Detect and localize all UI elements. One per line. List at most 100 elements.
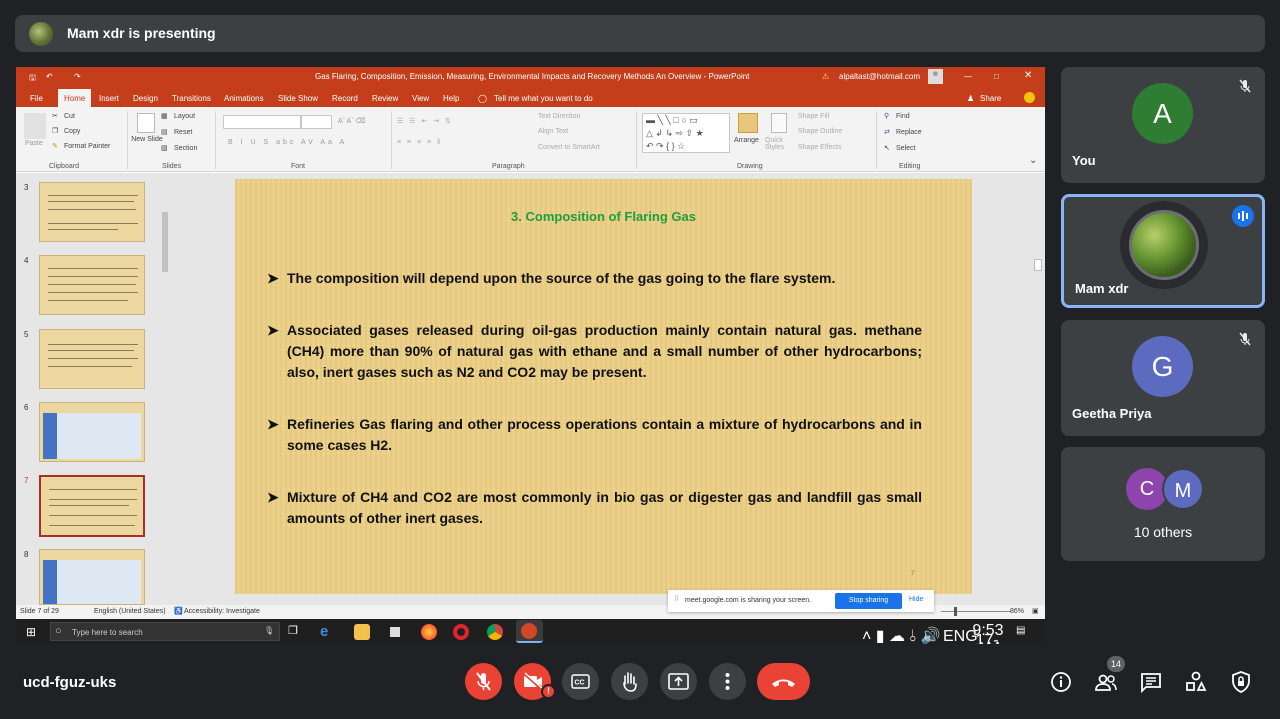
layout-button[interactable]: Layout xyxy=(174,113,195,120)
windows-start-icon[interactable]: ⊞ xyxy=(26,625,36,639)
layout-icon[interactable]: ▦ xyxy=(161,112,168,120)
menu-animations[interactable]: Animations xyxy=(224,94,264,103)
share-button[interactable]: Share xyxy=(980,94,1001,103)
paste-button[interactable]: Paste xyxy=(25,140,43,147)
more-options-button[interactable] xyxy=(709,663,746,700)
chat-icon[interactable] xyxy=(1139,670,1163,694)
select-icon[interactable]: ↖ xyxy=(884,144,890,152)
close-icon[interactable]: ✕ xyxy=(1024,70,1032,81)
file-explorer-icon[interactable] xyxy=(354,624,370,640)
zoom-slider[interactable] xyxy=(941,611,1011,612)
cut-icon[interactable]: ✂ xyxy=(52,112,58,120)
shape-outline-button[interactable]: Shape Outline xyxy=(798,128,842,135)
edge-icon[interactable]: e xyxy=(320,624,336,640)
participant-tile-you[interactable]: A You xyxy=(1061,67,1265,183)
reset-icon[interactable]: ▤ xyxy=(161,128,168,136)
section-button[interactable]: Section xyxy=(174,145,197,152)
font-grow-icon[interactable]: Aˆ Aˇ ⌫ xyxy=(338,117,365,125)
stop-sharing-button[interactable]: Stop sharing xyxy=(835,593,902,609)
language-status[interactable]: English (United States) xyxy=(94,608,166,615)
shape-effects-button[interactable]: Shape Effects xyxy=(798,144,841,151)
opera-icon[interactable] xyxy=(453,624,469,640)
participant-tile-others[interactable]: C M 10 others xyxy=(1061,447,1265,561)
share-icon[interactable]: ♟ xyxy=(967,94,974,103)
align-text-button[interactable]: Align Text xyxy=(538,128,568,135)
account-avatar-icon[interactable]: ☻ xyxy=(928,69,943,84)
copy-icon[interactable]: ❐ xyxy=(52,127,58,135)
quick-styles-button[interactable]: Quick Styles xyxy=(765,137,793,151)
shape-fill-button[interactable]: Shape Fill xyxy=(798,113,829,120)
arrange-button[interactable]: Arrange xyxy=(734,137,759,144)
firefox-icon[interactable] xyxy=(421,624,437,640)
store-icon[interactable] xyxy=(387,624,403,640)
slide-thumbnail-5[interactable] xyxy=(39,329,145,389)
drag-handle-icon[interactable]: ⠿ xyxy=(674,595,679,603)
participant-tile[interactable]: G Geetha Priya xyxy=(1061,320,1265,436)
slide-thumbnail-4[interactable] xyxy=(39,255,145,315)
new-slide-icon[interactable] xyxy=(137,113,155,133)
meeting-code[interactable]: ucd-fguz-uks xyxy=(23,674,116,691)
slide-thumbnail-8[interactable] xyxy=(39,549,145,605)
zoom-level[interactable]: 86% xyxy=(1010,608,1024,615)
hide-popup-button[interactable]: Hide xyxy=(909,596,923,603)
meeting-details-icon[interactable] xyxy=(1049,670,1073,694)
accessibility-status[interactable]: Accessibility: Investigate xyxy=(184,608,260,615)
font-name-select[interactable] xyxy=(223,115,301,129)
collapse-ribbon-icon[interactable]: ⌄ xyxy=(1029,155,1037,166)
list-icons[interactable]: ☰ ☰ ⇤ ⇥ ⇅ xyxy=(397,117,453,125)
leave-call-button[interactable] xyxy=(757,663,810,700)
menu-home[interactable]: Home xyxy=(58,89,92,107)
slide-thumbnail-6[interactable] xyxy=(39,402,145,462)
save-icon[interactable]: 🖫 xyxy=(29,72,36,86)
find-button[interactable]: Find xyxy=(896,113,910,120)
slide-scrollbar[interactable] xyxy=(1032,173,1044,605)
system-tray-icons[interactable]: ˄ ▮ ☁ ⫰ 🔊 xyxy=(862,626,941,644)
convert-smartart-button[interactable]: Convert to SmartArt xyxy=(538,144,600,151)
maximize-icon[interactable]: □ xyxy=(994,72,999,81)
mic-toggle-button[interactable] xyxy=(465,663,502,700)
menu-design[interactable]: Design xyxy=(133,94,158,103)
slide-thumbnail-3[interactable] xyxy=(39,182,145,242)
participant-tile-presenter[interactable]: Mam xdr xyxy=(1061,194,1265,308)
replace-icon[interactable]: ⇄ xyxy=(884,128,890,136)
activities-icon[interactable] xyxy=(1184,670,1208,694)
minimize-icon[interactable]: — xyxy=(964,72,972,81)
menu-transitions[interactable]: Transitions xyxy=(172,94,211,103)
thumbnail-scroll-handle[interactable] xyxy=(162,212,168,272)
tell-me-input[interactable]: Tell me what you want to do xyxy=(494,94,593,103)
menu-record[interactable]: Record xyxy=(332,94,358,103)
captions-button[interactable]: CC xyxy=(562,663,599,700)
taskbar-search[interactable]: ○ Type here to search 🎙 xyxy=(50,622,280,641)
quick-styles-icon[interactable] xyxy=(771,113,787,133)
font-format-icons[interactable]: B I U S abc AV Aa A xyxy=(228,139,347,146)
people-icon[interactable] xyxy=(1094,670,1118,694)
format-painter-icon[interactable]: ✎ xyxy=(52,142,58,150)
select-button[interactable]: Select xyxy=(896,145,915,152)
shapes-gallery[interactable]: ▬ ╲ ╲ □ ○ ▭ △ ↲ ↳ ⇨ ⇧ ★ ↶ ↷ { } ☆ xyxy=(642,113,730,153)
task-view-icon[interactable]: ❐ xyxy=(288,624,298,637)
chrome-icon[interactable] xyxy=(487,624,503,640)
host-controls-icon[interactable] xyxy=(1229,670,1253,694)
smiley-icon[interactable] xyxy=(1024,92,1035,103)
arrange-icon[interactable] xyxy=(738,113,758,133)
new-slide-button[interactable]: New Slide xyxy=(131,136,163,143)
copy-button[interactable]: Copy xyxy=(64,128,80,135)
raise-hand-button[interactable] xyxy=(611,663,648,700)
menu-file[interactable]: File xyxy=(30,94,43,103)
section-icon[interactable]: ▧ xyxy=(161,144,168,152)
cut-button[interactable]: Cut xyxy=(64,113,75,120)
align-icons[interactable]: ≡ ≡ ≡ ≡ ‖ xyxy=(397,139,442,146)
slide-thumbnail-7[interactable] xyxy=(39,475,145,537)
powerpoint-taskbar-item[interactable] xyxy=(516,620,543,643)
taskbar-date[interactable]: 17-Nov-21 xyxy=(966,632,1008,644)
menu-review[interactable]: Review xyxy=(372,94,398,103)
undo-icon[interactable]: ↶ xyxy=(46,72,53,81)
fit-slide-icon[interactable]: ▣ xyxy=(1032,607,1039,615)
font-size-select[interactable] xyxy=(301,115,332,129)
menu-insert[interactable]: Insert xyxy=(99,94,119,103)
current-slide[interactable]: 3. Composition of Flaring Gas ➤ The compo… xyxy=(235,179,972,594)
menu-slideshow[interactable]: Slide Show xyxy=(278,94,318,103)
text-direction-button[interactable]: Text Direction xyxy=(538,113,580,120)
notifications-icon[interactable]: ▤ xyxy=(1016,625,1025,636)
accessibility-icon[interactable]: ♿ xyxy=(174,607,183,615)
